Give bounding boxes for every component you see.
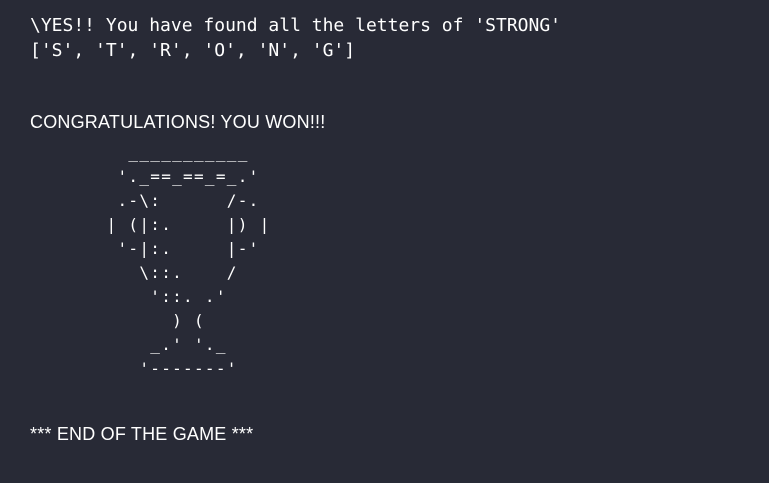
terminal-output: \YES!! You have found all the letters of… [0,0,769,483]
congratulations-message: CONGRATULATIONS! YOU WON!!! [30,112,326,132]
end-of-game-message: *** END OF THE GAME *** [30,424,254,444]
found-letters-list: ['S', 'T', 'R', 'O', 'N', 'G'] [30,40,356,61]
trophy-ascii-art: ___________ '._==_==_=_.' .-\: /-. | (|:… [106,143,271,378]
found-all-letters-message: \YES!! You have found all the letters of… [30,15,562,36]
